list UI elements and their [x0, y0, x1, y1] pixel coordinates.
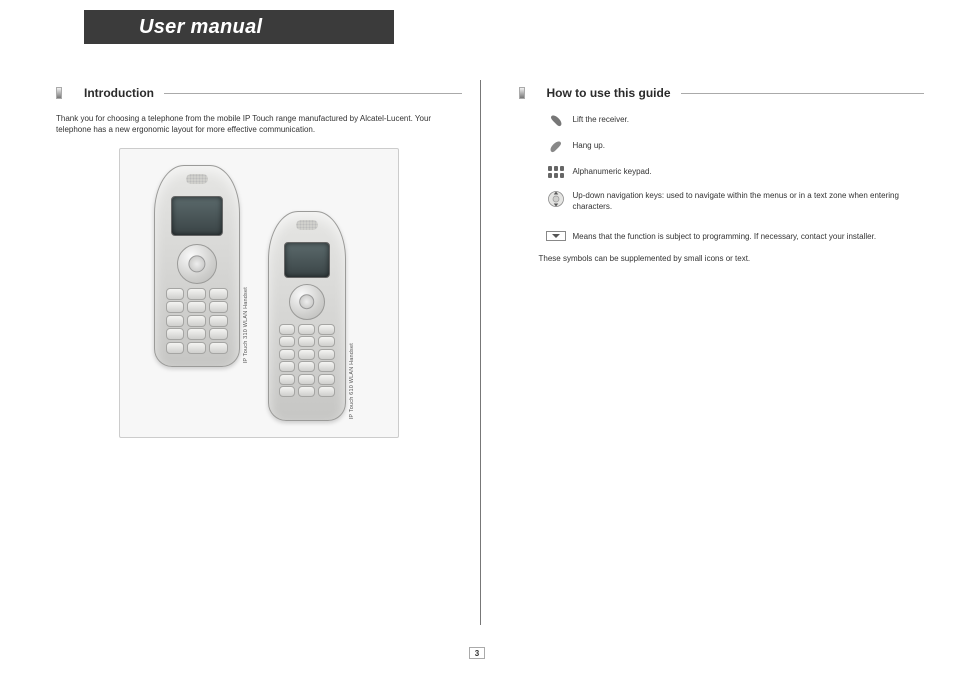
- hang-up-icon: [539, 140, 573, 154]
- phone-label-610: IP Touch 610 WLAN Handset: [349, 343, 355, 419]
- columns: Introduction Thank you for choosing a te…: [56, 80, 924, 645]
- section-heading: How to use this guide: [547, 86, 681, 100]
- rule-line: [681, 93, 924, 94]
- left-column: Introduction Thank you for choosing a te…: [56, 80, 476, 645]
- column-divider: [480, 80, 481, 625]
- page-title: User manual: [84, 10, 394, 44]
- supplement-note: These symbols can be supplemented by sma…: [539, 254, 925, 263]
- section-header-how: How to use this guide: [519, 86, 925, 100]
- guide-text: Hang up.: [573, 140, 925, 152]
- phone-image-610: [268, 211, 346, 421]
- guide-row-programming: Means that the function is subject to pr…: [539, 231, 925, 243]
- phone-image-310: [154, 165, 240, 367]
- section-heading: Introduction: [84, 86, 164, 100]
- right-column: How to use this guide Lift the receiver.: [485, 80, 925, 645]
- guide-row-nav: Up-down navigation keys: used to navigat…: [539, 190, 925, 213]
- guide-row-lift: Lift the receiver.: [539, 114, 925, 128]
- page: User manual Introduction Thank you for c…: [0, 0, 954, 675]
- guide-row-hangup: Hang up.: [539, 140, 925, 154]
- phone-label-310: IP Touch 310 WLAN Handset: [243, 287, 249, 363]
- nav-keys-icon: [539, 190, 573, 208]
- guide-text: Means that the function is subject to pr…: [573, 231, 925, 243]
- page-number: 3: [469, 647, 485, 659]
- lift-receiver-icon: [539, 114, 573, 128]
- intro-paragraph: Thank you for choosing a telephone from …: [56, 114, 462, 136]
- guide-text: Alphanumeric keypad.: [573, 166, 925, 178]
- product-illustration: IP Touch 310 WLAN Handset IP Touch 610 W…: [119, 148, 399, 438]
- rule-line: [164, 93, 462, 94]
- guide-text: Up-down navigation keys: used to navigat…: [573, 190, 925, 213]
- section-marker-icon: [56, 87, 62, 99]
- guide-text: Lift the receiver.: [573, 114, 925, 126]
- section-marker-icon: [519, 87, 525, 99]
- section-header-intro: Introduction: [56, 86, 462, 100]
- programming-box-icon: [539, 231, 573, 241]
- guide-row-keypad: Alphanumeric keypad.: [539, 166, 925, 178]
- keypad-icon: [539, 166, 573, 178]
